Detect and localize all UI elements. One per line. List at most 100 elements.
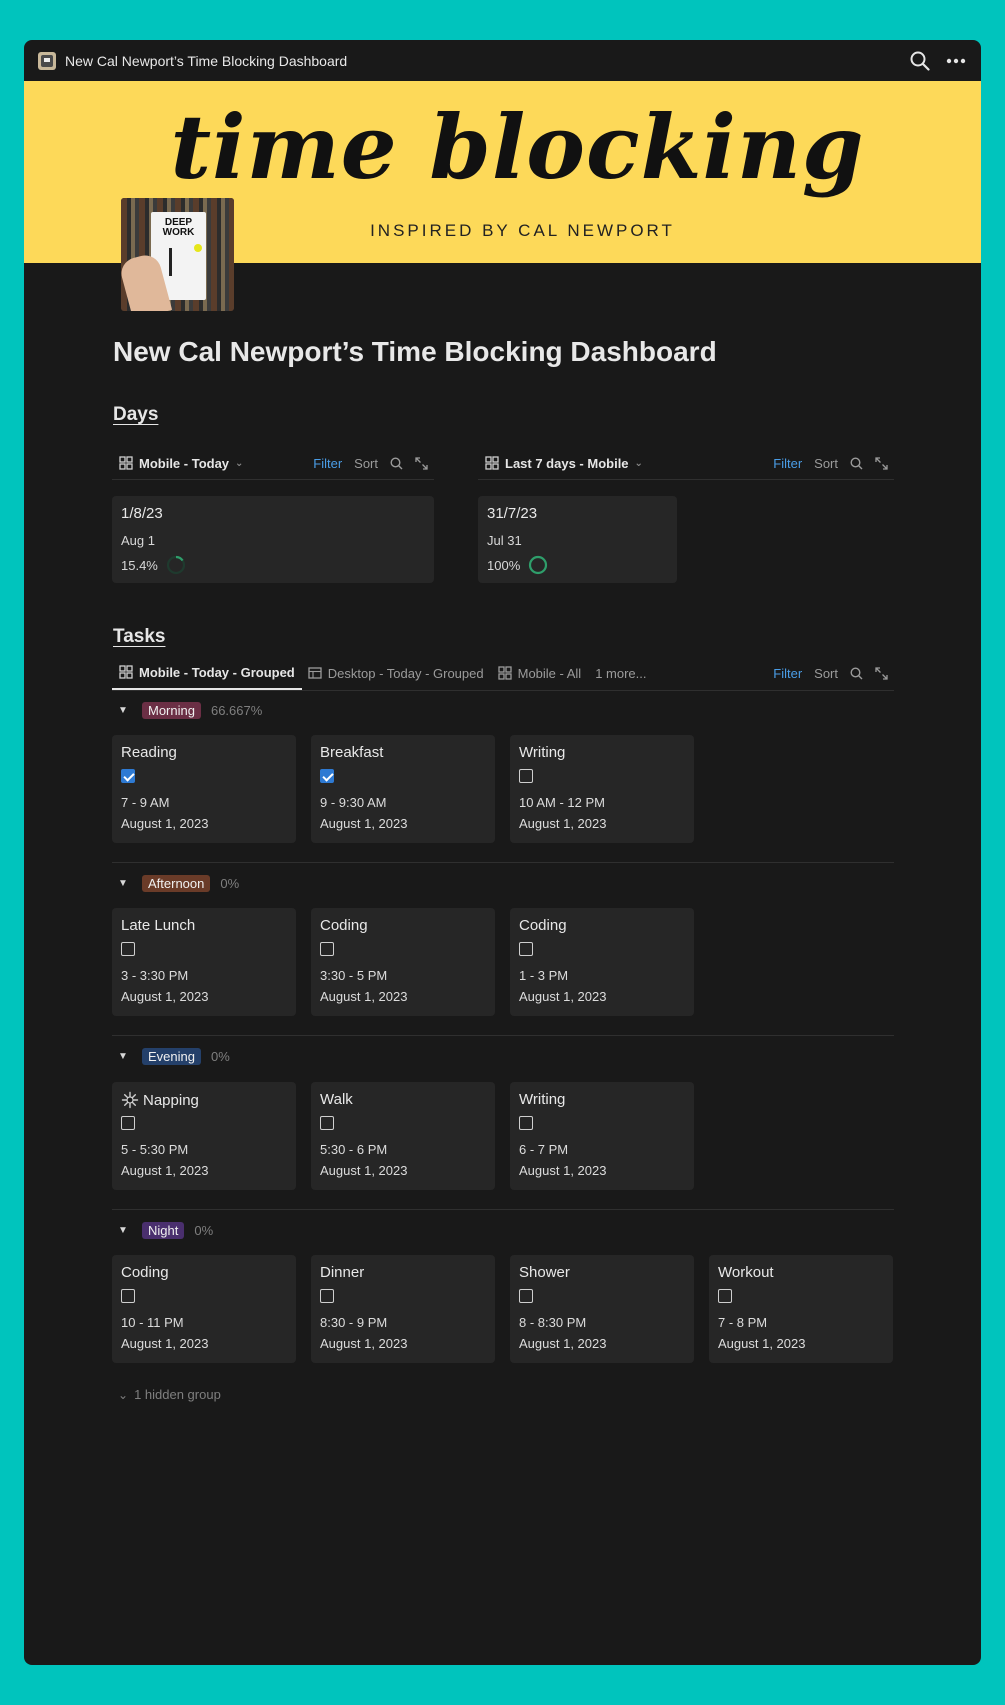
tab-more-views[interactable]: 1 more... (595, 666, 646, 681)
day-card-date: Jul 31 (487, 533, 522, 548)
task-checkbox[interactable] (121, 942, 135, 956)
search-icon[interactable] (850, 456, 863, 470)
task-date: August 1, 2023 (121, 816, 209, 831)
task-checkbox[interactable] (718, 1289, 732, 1303)
task-name: Reading (121, 744, 177, 761)
task-name: Coding (519, 917, 567, 934)
task-name: Coding (320, 917, 368, 934)
expand-icon[interactable] (875, 666, 888, 680)
more-options-icon[interactable] (945, 50, 967, 72)
task-checkbox[interactable] (519, 1289, 533, 1303)
days-right-view-label: Last 7 days - Mobile (505, 455, 629, 471)
task-checkbox[interactable] (519, 942, 533, 956)
progress-ring-icon (529, 555, 548, 575)
deep-work-cover-image[interactable]: DEEP WORK (121, 198, 234, 311)
task-checkbox[interactable] (519, 1116, 533, 1130)
task-time: 8 - 8:30 PM (519, 1315, 587, 1330)
task-checkbox[interactable] (320, 942, 334, 956)
toggle-triangle-icon[interactable]: ▼ (118, 1051, 132, 1062)
group-divider (112, 1209, 894, 1210)
tab-label: Mobile - Today - Grouped (139, 664, 295, 680)
task-card[interactable]: Shower 8 - 8:30 PM August 1, 2023 (510, 1255, 694, 1363)
task-checkbox[interactable] (320, 769, 334, 783)
task-card[interactable]: Dinner 8:30 - 9 PM August 1, 2023 (311, 1255, 495, 1363)
tasks-heading[interactable]: Tasks (113, 626, 165, 648)
toggle-triangle-icon[interactable]: ▼ (118, 705, 132, 716)
expand-icon[interactable] (875, 456, 888, 470)
days-right-filter-button[interactable]: Filter (773, 456, 802, 471)
search-icon[interactable] (390, 456, 403, 470)
task-card[interactable]: Reading 7 - 9 AM August 1, 2023 (112, 735, 296, 843)
days-left-view-tab[interactable]: Mobile - Today ⌄ (112, 456, 243, 471)
task-checkbox[interactable] (121, 1289, 135, 1303)
task-date: August 1, 2023 (320, 1163, 408, 1178)
tab-label: Mobile - All (517, 665, 582, 681)
tab-mobile-today-grouped[interactable]: Mobile - Today - Grouped (112, 656, 302, 690)
hidden-groups-toggle[interactable]: ⌄ 1 hidden group (118, 1387, 221, 1402)
app-window: New Cal Newport’s Time Blocking Dashboar… (24, 40, 981, 1665)
task-time: 5 - 5:30 PM (121, 1142, 189, 1157)
page-title[interactable]: New Cal Newport’s Time Blocking Dashboar… (113, 336, 717, 368)
tab-mobile-all[interactable]: Mobile - All (497, 665, 582, 681)
days-left-view-bar: Mobile - Today ⌄ Filter Sort (112, 447, 434, 480)
group-header-morning[interactable]: ▼ Morning 66.667% (118, 702, 262, 719)
progress-text: 100% (487, 557, 521, 573)
task-checkbox[interactable] (320, 1289, 334, 1303)
days-left-sort-button[interactable]: Sort (354, 456, 378, 471)
task-time: 3:30 - 5 PM (320, 968, 388, 983)
task-card[interactable]: Walk 5:30 - 6 PM August 1, 2023 (311, 1082, 495, 1190)
group-divider (112, 862, 894, 863)
task-name: Late Lunch (121, 917, 196, 934)
task-name: Breakfast (320, 744, 384, 761)
task-card[interactable]: Coding 3:30 - 5 PM August 1, 2023 (311, 908, 495, 1016)
task-card[interactable]: Writing 10 AM - 12 PM August 1, 2023 (510, 735, 694, 843)
tasks-filter-button[interactable]: Filter (773, 666, 802, 681)
task-checkbox[interactable] (121, 769, 135, 783)
days-left-filter-button[interactable]: Filter (313, 456, 342, 471)
group-percentage: 66.667% (210, 703, 263, 718)
task-checkbox[interactable] (519, 769, 533, 783)
days-heading[interactable]: Days (113, 404, 158, 426)
task-name: Coding (121, 1264, 169, 1281)
task-card[interactable]: Napping 5 - 5:30 PM August 1, 2023 (112, 1082, 296, 1190)
tasks-sort-button[interactable]: Sort (814, 666, 838, 681)
task-name-row: Napping (121, 1091, 199, 1109)
task-card[interactable]: Writing 6 - 7 PM August 1, 2023 (510, 1082, 694, 1190)
day-card-progress: 15.4% (121, 555, 186, 575)
expand-icon[interactable] (415, 456, 428, 470)
sparkle-icon (121, 1091, 139, 1109)
task-date: August 1, 2023 (519, 989, 607, 1004)
days-right-sort-button[interactable]: Sort (814, 456, 838, 471)
task-time: 6 - 7 PM (519, 1142, 569, 1157)
day-card[interactable]: 1/8/23 Aug 1 15.4% (112, 496, 434, 583)
task-time: 7 - 9 AM (121, 795, 170, 810)
task-card[interactable]: Late Lunch 3 - 3:30 PM August 1, 2023 (112, 908, 296, 1016)
chevron-down-icon: ⌄ (118, 1387, 129, 1402)
window-title[interactable]: New Cal Newport’s Time Blocking Dashboar… (65, 53, 347, 69)
task-date: August 1, 2023 (519, 1163, 607, 1178)
task-card[interactable]: Coding 1 - 3 PM August 1, 2023 (510, 908, 694, 1016)
toggle-triangle-icon[interactable]: ▼ (118, 1225, 132, 1236)
task-name: Writing (519, 1091, 566, 1108)
task-card[interactable]: Breakfast 9 - 9:30 AM August 1, 2023 (311, 735, 495, 843)
task-checkbox[interactable] (320, 1116, 334, 1130)
task-date: August 1, 2023 (121, 1163, 209, 1178)
page-icon[interactable] (38, 51, 56, 70)
task-checkbox[interactable] (121, 1116, 135, 1130)
search-icon[interactable] (850, 666, 863, 680)
group-pill: Morning (142, 702, 201, 719)
days-right-view-tab[interactable]: Last 7 days - Mobile ⌄ (478, 456, 643, 471)
group-header-night[interactable]: ▼ Night 0% (118, 1222, 213, 1239)
search-icon[interactable] (909, 50, 931, 72)
task-date: August 1, 2023 (320, 1336, 408, 1351)
task-card[interactable]: Coding 10 - 11 PM August 1, 2023 (112, 1255, 296, 1363)
task-time: 8:30 - 9 PM (320, 1315, 388, 1330)
group-header-evening[interactable]: ▼ Evening 0% (118, 1048, 230, 1065)
task-card[interactable]: Workout 7 - 8 PM August 1, 2023 (709, 1255, 893, 1363)
tab-desktop-today-grouped[interactable]: Desktop - Today - Grouped (308, 666, 484, 681)
group-header-afternoon[interactable]: ▼ Afternoon 0% (118, 875, 239, 892)
cover-book-title: DEEP WORK (162, 217, 195, 238)
day-card[interactable]: 31/7/23 Jul 31 100% (478, 496, 677, 583)
toggle-triangle-icon[interactable]: ▼ (118, 878, 132, 889)
task-name: Napping (143, 1091, 199, 1109)
